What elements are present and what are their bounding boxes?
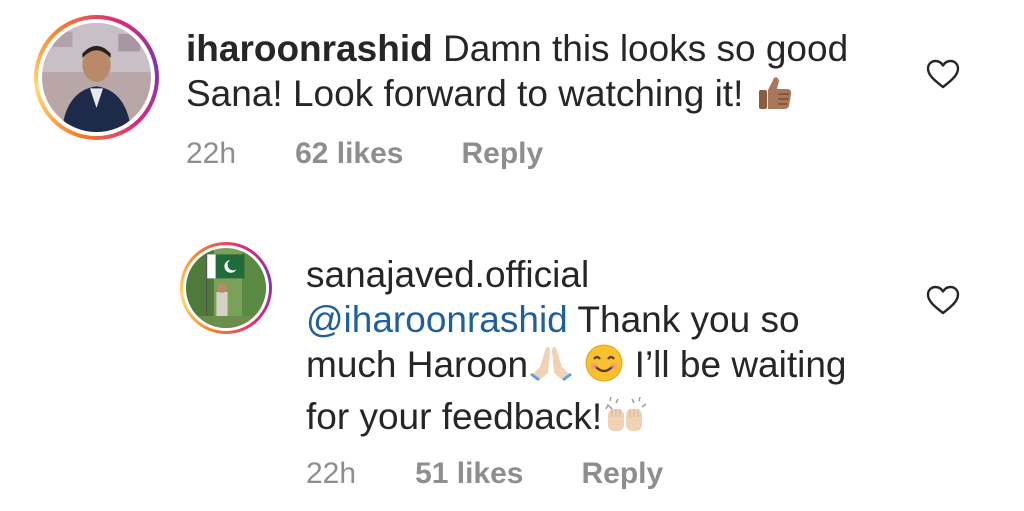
folded-hands-icon [528, 343, 574, 393]
avatar-photo [42, 23, 151, 132]
person-photo-icon [42, 23, 151, 132]
comment-2-text: sanajaved.official @iharoonrashid Thank … [306, 252, 847, 445]
comment-2-line2a: much Haroon [306, 344, 529, 385]
comment-2-line2b: I’ll be waiting [634, 344, 847, 385]
avatar-photo [186, 248, 266, 328]
like-heart-icon[interactable] [926, 59, 960, 89]
comment-1-time: 22h [186, 137, 237, 170]
comment-1-line2: Sana! Look forward to watching it! [186, 73, 744, 114]
comment-2-time: 22h [306, 457, 357, 490]
comment-2-likes[interactable]: 51 likes [415, 457, 523, 491]
comment-2-mention[interactable]: @iharoonrashid [306, 299, 568, 340]
avatar-sanajaved[interactable] [180, 242, 272, 334]
smiling-face-icon [584, 343, 624, 393]
comment-1-meta: 22h 62 likes Reply [186, 137, 543, 171]
thumbs-up-icon [754, 72, 794, 122]
flag-photo-icon [186, 248, 266, 328]
avatar-iharoonrashid[interactable] [34, 15, 159, 140]
comment-1-line1: Damn this looks so good [442, 28, 849, 69]
comment-1-text: iharoonrashid Damn this looks so good Sa… [186, 26, 848, 122]
comment-1-username[interactable]: iharoonrashid [186, 28, 433, 69]
comment-1-likes[interactable]: 62 likes [295, 137, 403, 171]
comment-2-line3: for your feedback! [306, 396, 603, 437]
comment-1-reply-button[interactable]: Reply [462, 137, 544, 171]
avatar-inner [183, 245, 269, 331]
comment-2-reply-button[interactable]: Reply [582, 457, 664, 491]
comment-2-line1: Thank you so [577, 299, 800, 340]
avatar-inner [38, 19, 155, 136]
raising-hands-icon [602, 393, 648, 445]
comment-2-meta: 22h 51 likes Reply [306, 457, 663, 491]
comment-2-username[interactable]: sanajaved.official [306, 254, 589, 295]
like-heart-icon[interactable] [926, 285, 960, 315]
